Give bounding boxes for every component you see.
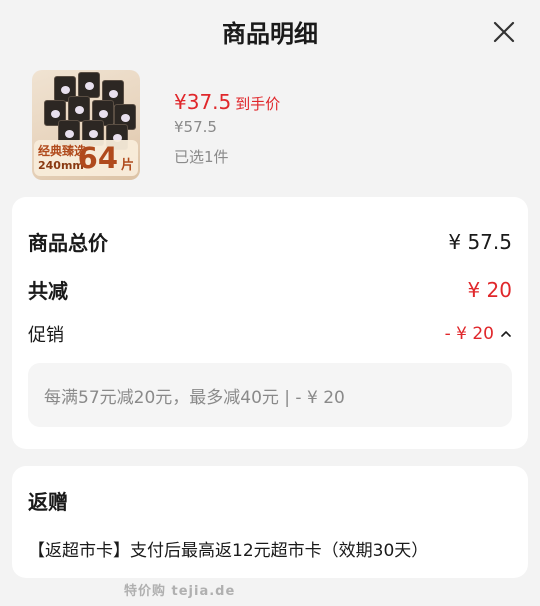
product-badge: 经典臻选 240mm 64 片 xyxy=(34,140,138,176)
discount-label: 共减 xyxy=(28,279,68,303)
final-price-label: 到手价 xyxy=(235,95,281,113)
badge-count: 64 xyxy=(77,141,118,175)
total-price-value: ¥ 57.5 xyxy=(448,229,512,254)
discount-row: 共减 ¥ 20 xyxy=(28,275,512,304)
promotion-value: - ¥ 20 xyxy=(444,324,494,344)
chevron-up-icon xyxy=(501,331,511,337)
promotion-detail: 每满57元减20元，最多减40元 | - ¥ 20 xyxy=(28,363,512,427)
page-title: 商品明细 xyxy=(222,20,318,48)
final-price: ¥37.5 到手价 xyxy=(174,90,280,114)
product-thumbnail: 经典臻选 240mm 64 片 xyxy=(32,70,140,180)
promotion-row[interactable]: 促销 - ¥ 20 xyxy=(28,321,512,347)
discount-value: ¥ 20 xyxy=(467,277,512,302)
header: 商品明细 xyxy=(0,0,540,62)
final-price-value: ¥37.5 xyxy=(174,90,232,114)
product-summary: 经典臻选 240mm 64 片 ¥37.5 到手价 ¥57.5 已选1件 xyxy=(32,70,512,182)
total-price-label: 商品总价 xyxy=(28,231,108,255)
badge-unit: 片 xyxy=(120,158,134,173)
promotion-toggle[interactable]: - ¥ 20 xyxy=(445,324,512,344)
gift-title: 返赠 xyxy=(28,490,68,514)
price-summary-card: 商品总价 ¥ 57.5 共减 ¥ 20 促销 - ¥ 20 每满57元减20元，… xyxy=(12,197,528,449)
original-price: ¥57.5 xyxy=(174,118,217,136)
close-icon[interactable] xyxy=(492,20,516,44)
selected-quantity: 已选1件 xyxy=(174,148,229,166)
watermark: 特价购 tejia.de xyxy=(124,584,236,599)
total-price-row: 商品总价 ¥ 57.5 xyxy=(28,227,512,256)
gift-card: 返赠 【返超市卡】支付后最高返12元超市卡（效期30天） xyxy=(12,466,528,578)
promotion-label: 促销 xyxy=(28,325,64,346)
gift-description: 【返超市卡】支付后最高返12元超市卡（效期30天） xyxy=(28,541,429,561)
